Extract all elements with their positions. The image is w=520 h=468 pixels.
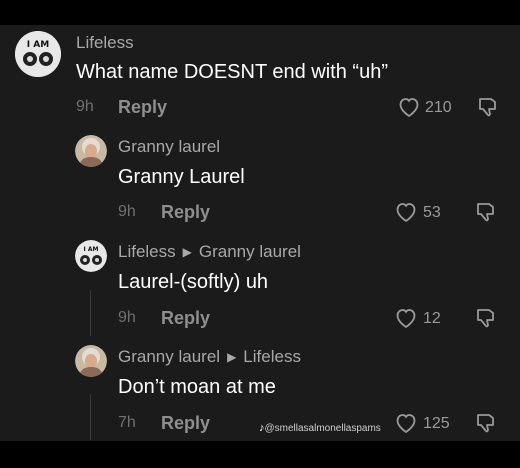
like-button[interactable] <box>394 306 418 330</box>
comment-author[interactable]: Lifeless <box>118 242 176 261</box>
watermark-handle: @smellasalmonellaspams <box>264 423 381 434</box>
reply-to-author[interactable]: Lifeless <box>243 347 301 366</box>
comment-text: Don’t moan at me <box>118 376 276 398</box>
dislike-button[interactable] <box>476 95 500 119</box>
reply-button[interactable]: Reply <box>118 97 167 118</box>
comment-text: Granny Laurel <box>118 166 245 188</box>
like-button[interactable] <box>397 95 421 119</box>
reply-to-author[interactable]: Granny laurel <box>199 242 301 261</box>
thumbs-down-icon <box>477 414 494 433</box>
reply-button[interactable]: Reply <box>161 202 210 223</box>
heart-outline-icon <box>396 203 416 223</box>
heart-outline-icon <box>396 414 416 434</box>
avatar-lifeless[interactable]: I AM <box>75 240 107 272</box>
comment-time: 9h <box>118 203 136 220</box>
granny-avatar-icon <box>75 135 107 167</box>
comment-time: 9h <box>76 98 94 115</box>
like-button[interactable] <box>394 411 418 435</box>
like-button[interactable] <box>394 200 418 224</box>
reply-button[interactable]: Reply <box>161 413 210 434</box>
triangle-right-icon: ▶ <box>182 245 192 259</box>
watermark: ♪@smellasalmonellaspams <box>259 418 381 436</box>
comment-author[interactable]: Granny laurel <box>118 137 220 157</box>
reply-button[interactable]: Reply <box>161 308 210 329</box>
thread-line <box>90 394 91 440</box>
dislike-button[interactable] <box>474 200 498 224</box>
iam-avatar-icon: I AM <box>75 240 107 272</box>
iam-avatar-icon: I AM <box>15 31 61 77</box>
comment-time: 7h <box>118 414 136 431</box>
comment-author[interactable]: Lifeless <box>76 33 134 53</box>
like-count: 125 <box>423 415 450 432</box>
comment-time: 9h <box>118 309 136 326</box>
dislike-button[interactable] <box>474 306 498 330</box>
avatar-lifeless[interactable]: I AM <box>15 31 61 77</box>
dislike-button[interactable] <box>474 411 498 435</box>
thumbs-down-icon <box>477 309 494 328</box>
comment-text: Laurel-(softly) uh <box>118 271 269 293</box>
avatar-text: I AM <box>27 40 49 50</box>
thumbs-down-icon <box>479 98 496 117</box>
comment-author-line: Lifeless ▶ Granny laurel <box>118 242 301 262</box>
avatar-granny-laurel[interactable] <box>75 135 107 167</box>
heart-outline-icon <box>399 98 419 118</box>
avatar-text: I AM <box>84 246 99 253</box>
comment-author[interactable]: Granny laurel <box>118 347 220 366</box>
granny-avatar-icon <box>75 345 107 377</box>
thread-line <box>90 290 91 336</box>
like-count: 53 <box>423 204 441 221</box>
comment-text: What name DOESNT end with “uh” <box>76 61 388 83</box>
comment-author-line: Granny laurel ▶ Lifeless <box>118 347 301 367</box>
avatar-granny-laurel[interactable] <box>75 345 107 377</box>
thumbs-down-icon <box>477 203 494 222</box>
heart-outline-icon <box>396 309 416 329</box>
like-count: 12 <box>423 310 441 327</box>
triangle-right-icon: ▶ <box>227 350 237 364</box>
like-count: 210 <box>425 99 452 116</box>
